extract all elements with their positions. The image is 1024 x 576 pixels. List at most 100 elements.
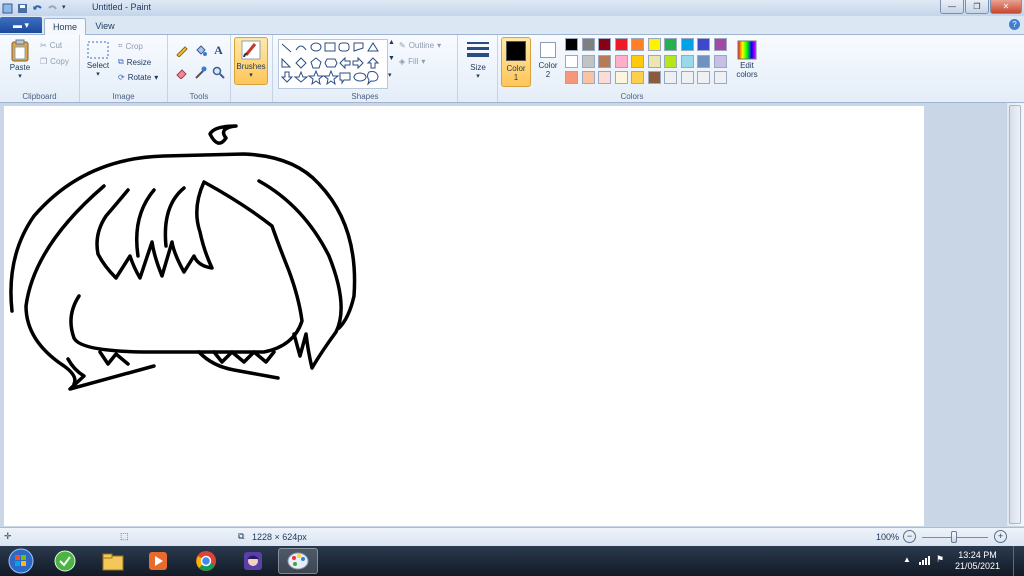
maximize-button[interactable]: ❐ — [965, 0, 989, 14]
shapes-scroll-down[interactable]: ▼ — [388, 55, 395, 62]
zoom-out-icon[interactable]: − — [903, 530, 916, 543]
window-title: Untitled - Paint — [92, 2, 152, 12]
network-icon[interactable] — [918, 554, 930, 568]
palette-swatch[interactable] — [697, 71, 710, 84]
shapes-scroll-up[interactable]: ▲ — [388, 39, 395, 46]
save-icon[interactable] — [17, 3, 28, 14]
chrome-icon — [196, 551, 216, 571]
scroll-thumb[interactable] — [1009, 105, 1021, 524]
palette-swatch[interactable] — [598, 54, 611, 68]
help-icon[interactable]: ? — [1009, 19, 1020, 30]
palette-swatch[interactable] — [647, 71, 661, 84]
palette-swatch[interactable] — [664, 38, 677, 51]
paint-app-icon[interactable] — [2, 3, 13, 14]
color1-button[interactable]: Color 1 — [501, 37, 531, 87]
palette-swatch[interactable] — [647, 54, 661, 68]
palette-swatch[interactable] — [581, 71, 595, 84]
taskbar-game[interactable] — [233, 548, 273, 574]
palette-swatch[interactable] — [680, 38, 694, 51]
action-center-icon[interactable]: ⚑ — [936, 554, 944, 565]
show-desktop-button[interactable] — [1013, 546, 1024, 576]
palette-swatch[interactable] — [697, 54, 710, 68]
copy-icon: ❐ — [40, 57, 48, 66]
redo-icon[interactable] — [47, 3, 58, 14]
copy-button[interactable]: ❐ Copy — [40, 57, 69, 66]
fill-button[interactable]: ◈ Fill ▾ — [399, 57, 425, 66]
game-character-icon — [244, 552, 262, 570]
size-button[interactable]: Size ▾ — [462, 39, 494, 80]
vertical-scrollbar[interactable] — [1006, 103, 1024, 526]
palette-swatch[interactable] — [565, 54, 578, 68]
undo-icon[interactable] — [32, 3, 43, 14]
clipboard-group-label: Clipboard — [22, 92, 57, 101]
fill-icon: ◈ — [399, 57, 406, 66]
edit-colors-button[interactable]: Edit colors — [732, 39, 762, 79]
color-picker-icon[interactable] — [193, 65, 208, 80]
select-button[interactable]: Select ▾ — [84, 39, 112, 78]
cut-button[interactable]: ✂ Cut — [40, 41, 62, 50]
minimize-button[interactable]: — — [940, 0, 964, 14]
taskbar-paint[interactable] — [278, 548, 318, 574]
palette-swatch[interactable] — [680, 71, 694, 84]
drawing-canvas[interactable] — [4, 106, 924, 526]
eraser-icon[interactable] — [174, 65, 189, 80]
select-icon — [87, 41, 109, 59]
crop-button[interactable]: ⌗ Crop — [118, 41, 143, 51]
palette-swatch[interactable] — [565, 71, 578, 84]
magnifier-icon[interactable] — [211, 65, 226, 80]
taskbar-chrome[interactable] — [186, 548, 226, 574]
image-dimensions: 1228 × 624px — [252, 532, 307, 542]
zoom-in-icon[interactable]: + — [994, 530, 1007, 543]
shapes-group-label: Shapes — [351, 92, 379, 101]
taskbar-media-player[interactable] — [138, 548, 178, 574]
zoom-slider-thumb[interactable] — [951, 531, 957, 543]
resize-button[interactable]: ⧉ Resize — [118, 57, 151, 67]
palette-swatch[interactable] — [631, 38, 644, 51]
paste-button[interactable]: Paste ▾ — [6, 39, 34, 80]
shapes-group: ▲ ▼ ▾ ✎ Outline ▾ ◈ Fill ▾ Shapes — [273, 35, 458, 102]
file-menu-button[interactable]: ▬ ▾ — [0, 17, 42, 33]
palette-swatch[interactable] — [631, 71, 644, 84]
brushes-button[interactable]: Brushes ▾ — [234, 37, 268, 85]
palette-swatch[interactable] — [581, 54, 595, 68]
close-button[interactable]: ✕ — [990, 0, 1022, 14]
fill-bucket-icon[interactable] — [193, 43, 208, 58]
resize-icon: ⧉ — [118, 57, 124, 66]
outline-button[interactable]: ✎ Outline ▾ — [399, 41, 441, 50]
shapes-expand[interactable]: ▾ — [388, 71, 392, 79]
palette-swatch[interactable] — [631, 54, 644, 68]
tab-view[interactable]: View — [86, 18, 124, 34]
palette-swatch[interactable] — [713, 38, 727, 51]
palette-swatch[interactable] — [697, 38, 710, 51]
taskbar: ▲ ⚑ 13:24 PM 21/05/2021 — [0, 546, 1024, 576]
shapes-gallery[interactable] — [278, 39, 388, 89]
palette-swatch[interactable] — [680, 54, 694, 68]
palette-swatch[interactable] — [614, 71, 628, 84]
start-button[interactable] — [4, 548, 38, 574]
color2-button[interactable]: Color 2 — [535, 39, 561, 79]
palette-swatch[interactable] — [664, 54, 677, 68]
cursor-position-icon: ✛ — [4, 531, 12, 541]
palette-swatch[interactable] — [614, 54, 628, 68]
brush-icon — [241, 40, 261, 60]
text-tool-icon[interactable]: A — [211, 43, 226, 58]
media-player-icon — [149, 552, 167, 570]
tray-expand-icon[interactable]: ▲ — [903, 555, 911, 564]
palette-swatch[interactable] — [581, 38, 595, 51]
taskbar-clock[interactable]: 13:24 PM 21/05/2021 — [955, 550, 1000, 572]
taskbar-app-green[interactable] — [45, 548, 85, 574]
pencil-icon[interactable] — [174, 43, 189, 58]
palette-swatch[interactable] — [664, 71, 677, 84]
palette-swatch[interactable] — [713, 54, 727, 68]
palette-swatch[interactable] — [647, 38, 661, 51]
palette-swatch[interactable] — [598, 71, 611, 84]
ribbon: Paste ▾ ✂ Cut ❐ Copy Clipboard Select ▾ ⌗ C… — [0, 35, 1024, 103]
tab-home[interactable]: Home — [44, 18, 86, 35]
palette-swatch[interactable] — [713, 71, 727, 84]
palette-swatch[interactable] — [598, 38, 611, 51]
palette-swatch[interactable] — [565, 38, 578, 51]
palette-swatch[interactable] — [614, 38, 628, 51]
taskbar-explorer[interactable] — [93, 548, 133, 574]
rotate-button[interactable]: ⟳ Rotate ▾ — [118, 73, 158, 82]
customize-qat-icon[interactable]: ▾ — [62, 3, 73, 14]
